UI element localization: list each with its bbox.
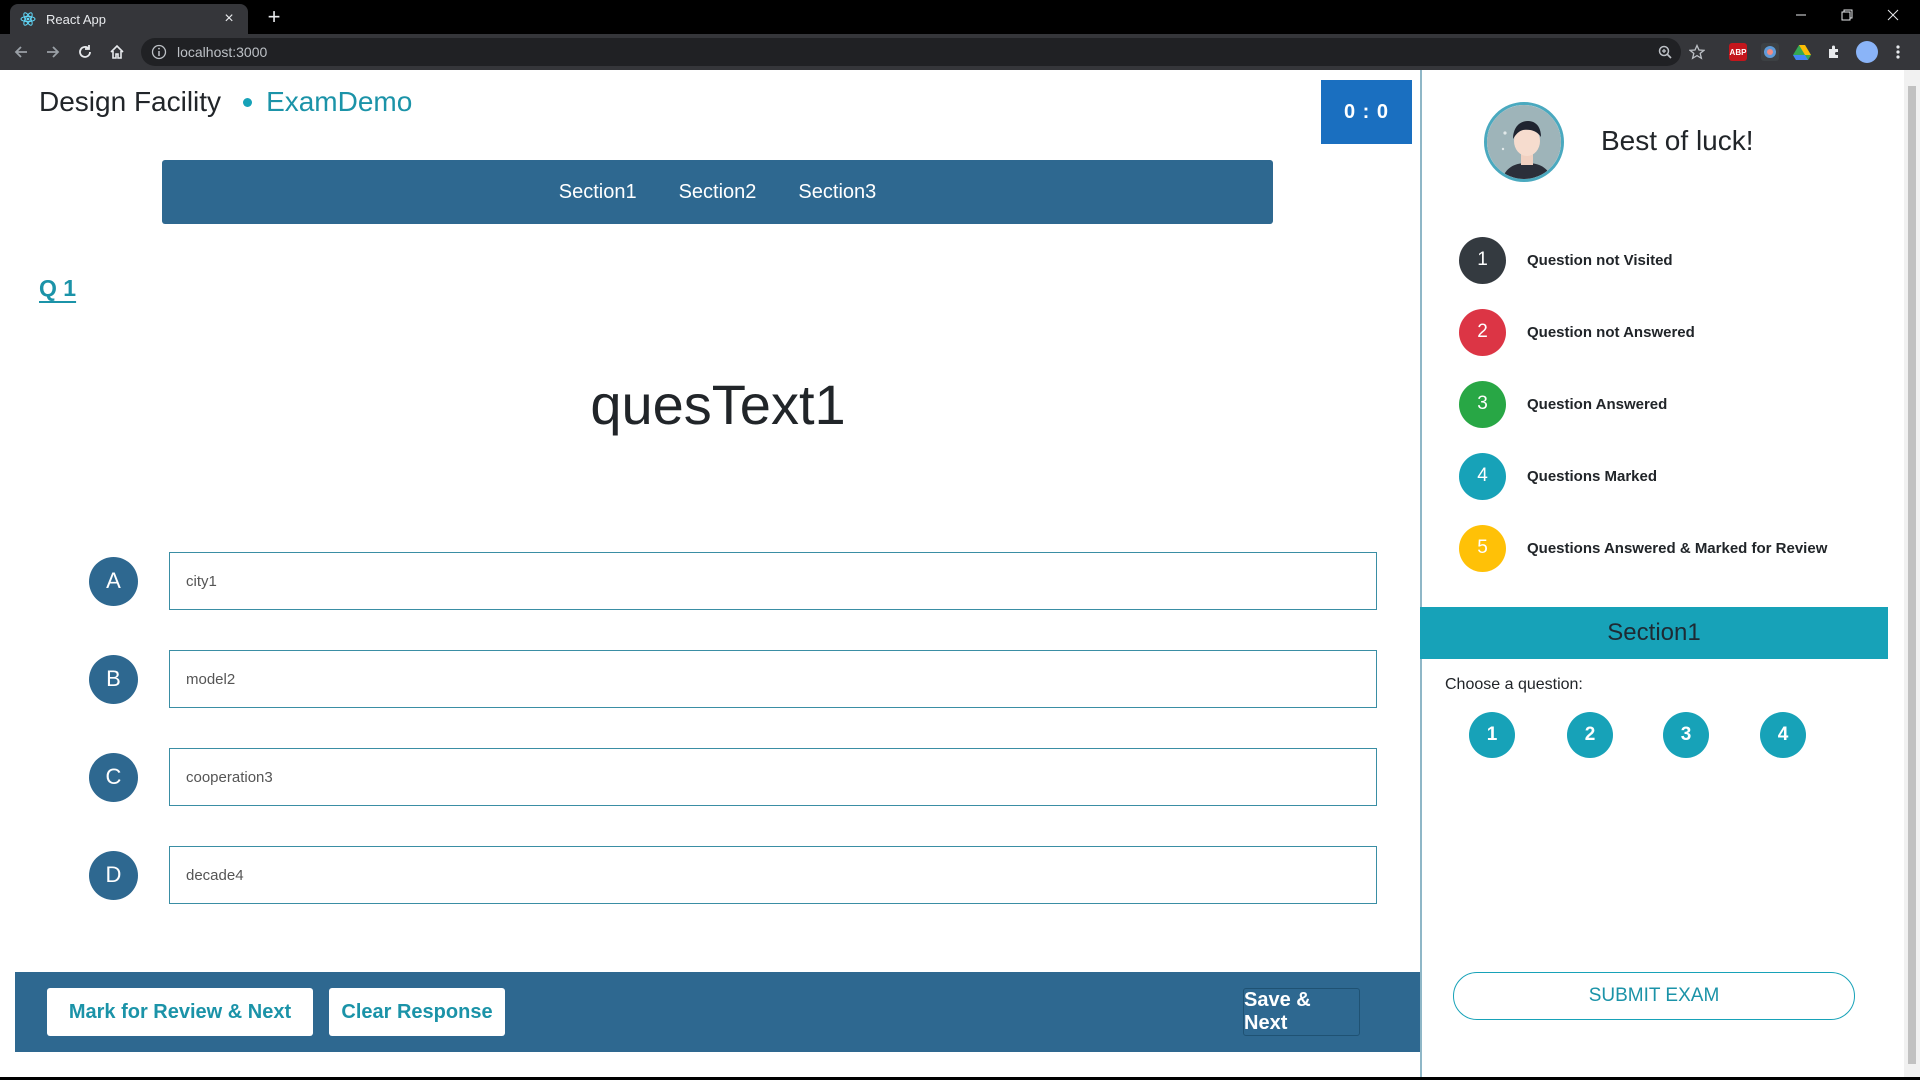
legend-marked: 4 Questions Marked xyxy=(1459,452,1879,500)
legend-circle: 4 xyxy=(1459,452,1506,500)
tab-section2[interactable]: Section2 xyxy=(679,181,757,204)
legend-circle: 2 xyxy=(1459,308,1506,356)
option-text[interactable]: decade4 xyxy=(169,846,1377,904)
browser-titlebar: React App × + xyxy=(0,0,1920,34)
question-button-4[interactable]: 4 xyxy=(1760,712,1806,758)
option-d[interactable]: D decade4 xyxy=(89,846,1377,904)
browser-toolbar: localhost:3000 ABP xyxy=(0,34,1920,70)
legend-circle: 5 xyxy=(1459,524,1506,572)
back-icon[interactable] xyxy=(9,40,33,64)
legend-not-visited: 1 Question not Visited xyxy=(1459,236,1879,284)
brand-main: Design Facility xyxy=(39,86,222,117)
menu-kebab-icon[interactable] xyxy=(1889,43,1907,61)
current-section-header: Section1 xyxy=(1420,607,1888,659)
brand-sub: ExamDemo xyxy=(266,86,413,117)
question-number: Q 1 xyxy=(39,275,77,301)
reload-icon[interactable] xyxy=(73,40,97,64)
close-window-icon[interactable] xyxy=(1870,0,1916,30)
extension-icon[interactable] xyxy=(1761,43,1779,61)
tab-section3[interactable]: Section3 xyxy=(798,181,876,204)
tab-section1[interactable]: Section1 xyxy=(559,181,637,204)
new-tab-button[interactable]: + xyxy=(262,5,286,29)
exam-timer: 0 : 0 xyxy=(1321,80,1412,144)
legend-not-answered: 2 Question not Answered xyxy=(1459,308,1879,356)
sections-nav: Section1 Section2 Section3 xyxy=(162,160,1273,224)
option-letter: B xyxy=(89,654,138,704)
action-bar: Mark for Review & Next Clear Response Sa… xyxy=(15,972,1420,1052)
option-letter: A xyxy=(89,556,138,606)
status-sidebar: Best of luck! 1 Question not Visited 2 Q… xyxy=(1420,70,1888,1080)
greeting: Best of luck! xyxy=(1601,125,1754,156)
option-b[interactable]: B model2 xyxy=(89,650,1377,708)
zoom-icon[interactable] xyxy=(1653,40,1677,64)
submit-exam-button[interactable]: SUBMIT EXAM xyxy=(1453,972,1855,1020)
adblock-icon[interactable]: ABP xyxy=(1729,43,1747,61)
option-text[interactable]: city1 xyxy=(169,552,1377,610)
legend-circle: 1 xyxy=(1459,236,1506,284)
clear-response-button[interactable]: Clear Response xyxy=(329,988,505,1036)
option-c[interactable]: C cooperation3 xyxy=(89,748,1377,806)
question-button-1[interactable]: 1 xyxy=(1469,712,1515,758)
legend-label: Questions Answered & Marked for Review xyxy=(1527,539,1828,557)
address-bar[interactable]: localhost:3000 xyxy=(141,38,1681,66)
home-icon[interactable] xyxy=(105,40,129,64)
legend-circle: 3 xyxy=(1459,380,1506,428)
tab-title: React App xyxy=(46,11,106,27)
legend-label: Question Answered xyxy=(1527,395,1668,413)
legend-label: Question not Visited xyxy=(1527,251,1673,269)
question-button-3[interactable]: 3 xyxy=(1663,712,1709,758)
brand-dot-icon xyxy=(243,97,253,107)
legend-label: Question not Answered xyxy=(1527,323,1695,341)
option-letter: C xyxy=(89,752,138,802)
legend-answered-marked: 5 Questions Answered & Marked for Review xyxy=(1459,524,1879,572)
option-text[interactable]: cooperation3 xyxy=(169,748,1377,806)
extensions-puzzle-icon[interactable] xyxy=(1825,43,1843,61)
save-next-button[interactable]: Save & Next xyxy=(1243,988,1360,1036)
scrollbar-thumb[interactable] xyxy=(1908,86,1916,1064)
question-text: quesText1 xyxy=(590,373,846,436)
info-icon[interactable] xyxy=(151,44,167,60)
legend-label: Questions Marked xyxy=(1527,467,1658,485)
question-button-2[interactable]: 2 xyxy=(1567,712,1613,758)
option-letter: D xyxy=(89,850,138,900)
bookmark-star-icon[interactable] xyxy=(1685,40,1709,64)
mark-review-next-button[interactable]: Mark for Review & Next xyxy=(47,988,313,1036)
choose-question-label: Choose a question: xyxy=(1445,676,1583,693)
forward-icon[interactable] xyxy=(41,40,65,64)
option-text[interactable]: model2 xyxy=(169,650,1377,708)
drive-icon[interactable] xyxy=(1793,43,1811,61)
profile-avatar-icon[interactable] xyxy=(1856,41,1878,63)
legend-answered: 3 Question Answered xyxy=(1459,380,1879,428)
restore-icon[interactable] xyxy=(1824,0,1870,30)
brand: Design Facility ExamDemo xyxy=(39,86,412,118)
minimize-icon[interactable] xyxy=(1778,0,1824,30)
tab-close-icon[interactable]: × xyxy=(220,10,238,28)
option-a[interactable]: A city1 xyxy=(89,552,1377,610)
url-text: localhost:3000 xyxy=(177,44,268,60)
react-icon xyxy=(20,11,36,27)
browser-tab[interactable]: React App × xyxy=(10,4,248,34)
avatar xyxy=(1484,102,1564,182)
